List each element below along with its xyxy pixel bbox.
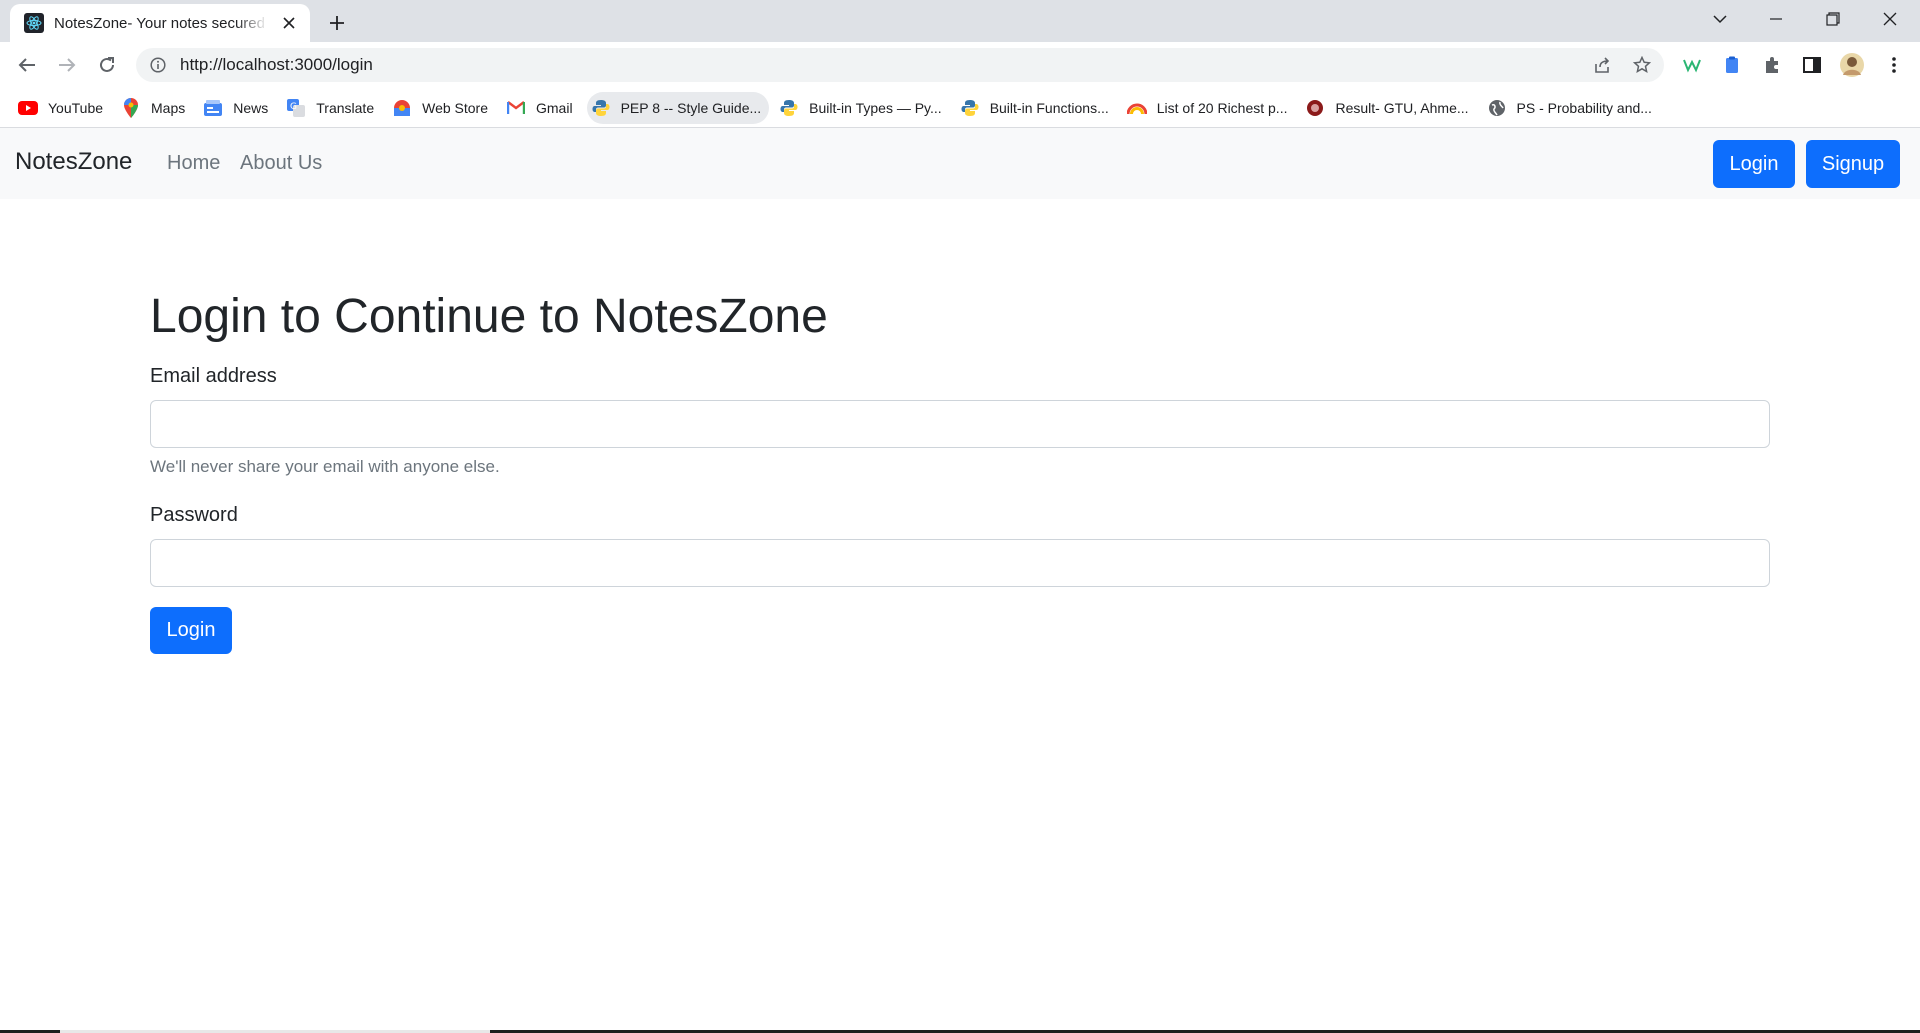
bookmark-pep8[interactable]: PEP 8 -- Style Guide... [586,91,770,124]
forward-arrow-icon[interactable] [51,49,83,81]
python-icon [779,98,799,118]
restore-icon[interactable] [1813,4,1853,34]
translate-icon: G [286,98,306,118]
python-icon [591,98,611,118]
bookmark-builtin-functions[interactable]: Built-in Functions... [956,92,1117,124]
bookmark-gtu-result[interactable]: Result- GTU, Ahme... [1301,92,1476,124]
tab-search-chevron-icon[interactable] [1700,4,1740,34]
back-arrow-icon[interactable] [11,49,43,81]
python-icon [960,98,980,118]
page-viewport: NotesZone Home About Us Login Signup Log… [0,128,1920,1033]
bookmarks-bar: YouTube Maps News G Translate Web Store … [0,88,1920,128]
svg-text:G: G [290,102,297,112]
bookmark-translate[interactable]: G Translate [282,92,382,124]
bookmark-youtube[interactable]: YouTube [14,92,111,124]
rainbow-icon [1126,98,1147,118]
extensions-puzzle-icon[interactable] [1756,49,1788,81]
web-store-icon [392,98,412,118]
new-tab-button[interactable] [324,10,350,36]
nav-link-home[interactable]: Home [167,152,220,175]
side-panel-icon[interactable] [1796,49,1828,81]
navbar-login-button[interactable]: Login [1713,140,1795,188]
browser-tab[interactable]: NotesZone- Your notes secured in the clo… [10,4,310,42]
reload-icon[interactable] [91,49,123,81]
page-title: Login to Continue to NotesZone [150,290,828,343]
bookmark-news[interactable]: News [199,92,276,124]
browser-titlebar: NotesZone- Your notes secured in the clo… [0,0,1920,42]
news-icon [203,98,223,118]
gtu-icon [1305,98,1325,118]
react-icon [24,13,44,33]
tab-title: NotesZone- Your notes secured in the clo… [54,14,268,32]
minimize-icon[interactable] [1756,4,1796,34]
extension-w-icon[interactable] [1676,49,1708,81]
password-label: Password [150,504,238,526]
bookmark-maps[interactable]: Maps [117,92,193,124]
bookmark-probability[interactable]: PS - Probability and... [1483,92,1660,124]
browser-toolbar: http://localhost:3000/login [0,42,1920,88]
password-field[interactable] [150,539,1770,587]
navbar-brand[interactable]: NotesZone [15,148,132,176]
extension-clipboard-icon[interactable] [1716,49,1748,81]
address-bar[interactable]: http://localhost:3000/login [136,48,1664,82]
globe-icon [1487,98,1507,118]
nav-link-about-us[interactable]: About Us [240,152,322,175]
share-icon[interactable] [1586,49,1618,81]
maps-pin-icon [121,97,141,118]
window-close-icon[interactable] [1870,4,1910,34]
login-submit-button[interactable]: Login [150,607,232,654]
bookmark-builtin-types[interactable]: Built-in Types — Py... [775,92,950,124]
email-field[interactable] [150,400,1770,448]
gmail-icon [506,98,526,118]
navbar-signup-button[interactable]: Signup [1806,140,1900,188]
email-label: Email address [150,365,277,387]
email-help-text: We'll never share your email with anyone… [150,457,500,476]
bookmark-star-icon[interactable] [1626,49,1658,81]
app-navbar: NotesZone Home About Us Login Signup [0,128,1920,199]
bookmark-gmail[interactable]: Gmail [502,92,581,124]
bookmark-web-store[interactable]: Web Store [388,92,496,124]
close-icon[interactable] [278,12,300,34]
bookmark-richest-list[interactable]: List of 20 Richest p... [1123,92,1296,124]
url-text: http://localhost:3000/login [180,55,373,74]
more-menu-icon[interactable] [1878,49,1910,81]
profile-avatar[interactable] [1836,49,1868,81]
site-info-icon[interactable] [148,55,168,75]
youtube-icon [18,98,38,118]
